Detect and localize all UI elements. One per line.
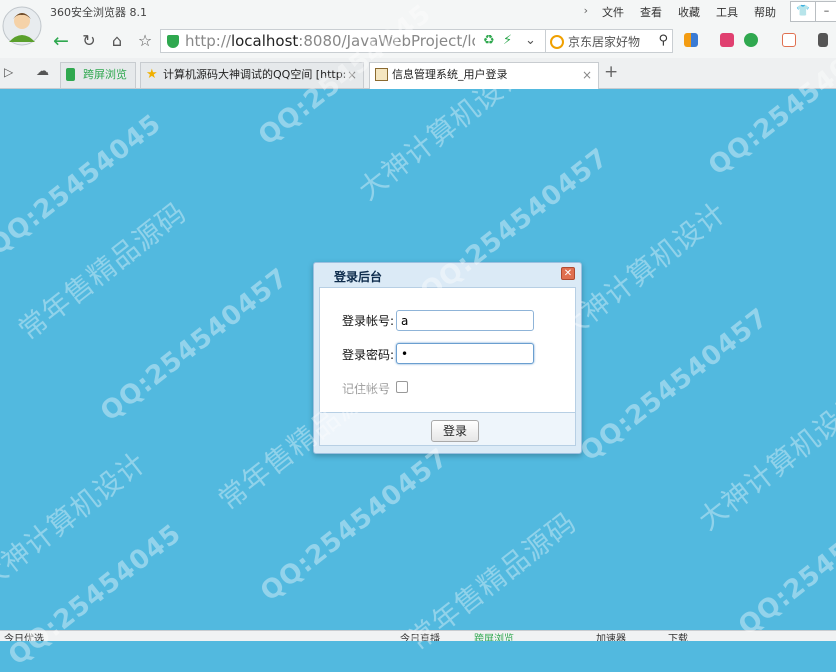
account-input[interactable] <box>396 310 534 331</box>
lightning-icon[interactable]: ⚡ <box>503 33 512 48</box>
refresh-icon[interactable]: ↻ <box>78 30 100 52</box>
watermark: 大神计算机设计 <box>692 385 836 537</box>
url-text[interactable]: http://localhost:8080/JavaWebProject/log… <box>185 32 475 50</box>
ext-menu-icon[interactable] <box>818 33 828 47</box>
tab-bar: ▷ ☁ 跨屏浏览 ★ 计算机源码大神调试的QQ空间 [http: × 信息管理系… <box>0 58 836 89</box>
home-icon[interactable]: ⌂ <box>106 30 128 52</box>
tab-qq-space[interactable]: ★ 计算机源码大神调试的QQ空间 [http: × <box>140 62 364 88</box>
security-shield-icon <box>167 35 179 48</box>
new-tab-button[interactable]: + <box>604 62 618 82</box>
watermark: QQ:254540457 <box>255 442 455 608</box>
chevron-right-icon[interactable]: › <box>584 4 594 20</box>
tab-label: 跨屏浏览 <box>83 68 127 81</box>
status-picks[interactable]: 今日优选 <box>4 631 44 641</box>
page-icon <box>375 68 388 81</box>
tab-cross-screen[interactable]: 跨屏浏览 <box>60 62 136 88</box>
watermark: 大神计算机设计 <box>0 445 153 597</box>
remember-checkbox[interactable] <box>396 381 408 393</box>
search-icon[interactable]: ⚲ <box>658 33 668 48</box>
back-arrow-icon[interactable]: ← <box>50 30 72 52</box>
search-engine-icon[interactable] <box>550 35 564 49</box>
watermark: QQ:25454045 <box>733 488 836 642</box>
menu-favorites[interactable]: 收藏 <box>670 4 708 20</box>
watermark: 常年售精品源码 <box>12 195 193 347</box>
menu-file[interactable]: 文件 <box>594 4 632 20</box>
password-input[interactable] <box>396 343 534 364</box>
ext-shield-icon[interactable] <box>744 33 758 47</box>
dialog-footer: 登录 <box>319 413 576 446</box>
cloud-icon[interactable]: ☁ <box>36 64 49 79</box>
status-cross-screen[interactable]: 跨屏浏览 <box>474 631 514 641</box>
tab-label: 信息管理系统_用户登录 <box>392 68 508 81</box>
watermark: QQ:254540457 <box>575 302 775 468</box>
search-box[interactable]: 京东居家好物 ⚲ <box>545 29 673 53</box>
close-icon[interactable]: × <box>582 63 592 87</box>
star-icon: ★ <box>146 67 158 82</box>
ext-pink-icon[interactable] <box>720 33 734 47</box>
status-accelerator[interactable]: 加速器 <box>596 631 626 641</box>
close-icon[interactable]: ✕ <box>561 267 575 280</box>
chevron-down-icon[interactable]: ⌄ <box>525 33 536 48</box>
status-download[interactable]: 下载 <box>668 631 688 641</box>
watermark: QQ:25454045 <box>3 518 188 672</box>
browser-title: 360安全浏览器 8.1 <box>50 6 147 19</box>
navigation-bar: ← ↻ ⌂ ☆ http://localhost:8080/JavaWebPro… <box>0 24 836 58</box>
sidebar-toggle-icon[interactable]: ▷ <box>4 65 13 79</box>
menu-help[interactable]: 帮助 <box>746 4 784 20</box>
login-dialog: 登录后台 ✕ 登录帐号: 登录密码: 记住帐号 登录 <box>313 262 582 454</box>
title-bar: 360安全浏览器 8.1 › 文件 查看 收藏 工具 帮助 👕 – <box>0 0 836 46</box>
status-live[interactable]: 今日直播 <box>400 631 440 641</box>
minimize-button[interactable]: – <box>815 1 836 22</box>
close-icon[interactable]: × <box>347 63 357 87</box>
menu-tools[interactable]: 工具 <box>708 4 746 20</box>
skin-icon[interactable]: 👕 <box>790 1 816 22</box>
login-button[interactable]: 登录 <box>431 420 479 442</box>
user-avatar[interactable] <box>2 4 42 48</box>
password-label: 登录密码: <box>342 348 395 362</box>
search-input[interactable]: 京东居家好物 <box>568 33 640 50</box>
watermark: QQ:25454045 <box>0 108 168 262</box>
menu-bar: › 文件 查看 收藏 工具 帮助 <box>584 4 784 20</box>
dialog-body: 登录帐号: 登录密码: 记住帐号 <box>319 287 576 413</box>
watermark: QQ:254540457 <box>95 262 295 428</box>
menu-view[interactable]: 查看 <box>632 4 670 20</box>
tab-login-active[interactable]: 信息管理系统_用户登录 × <box>369 62 599 89</box>
translate-icon[interactable] <box>782 33 796 47</box>
address-bar[interactable]: http://localhost:8080/JavaWebProject/log… <box>160 29 545 53</box>
phone-icon <box>66 68 75 81</box>
apps-icon[interactable] <box>684 33 698 47</box>
star-favorite-icon[interactable]: ☆ <box>134 30 156 52</box>
recycle-icon[interactable]: ♻ <box>483 33 495 48</box>
status-bar: 今日优选 今日直播 跨屏浏览 加速器 下载 <box>0 630 836 641</box>
account-label: 登录帐号: <box>342 314 395 328</box>
remember-label: 记住帐号 <box>342 382 391 396</box>
tab-label: 计算机源码大神调试的QQ空间 [http: <box>163 68 347 81</box>
dialog-title: 登录后台 <box>334 270 383 284</box>
